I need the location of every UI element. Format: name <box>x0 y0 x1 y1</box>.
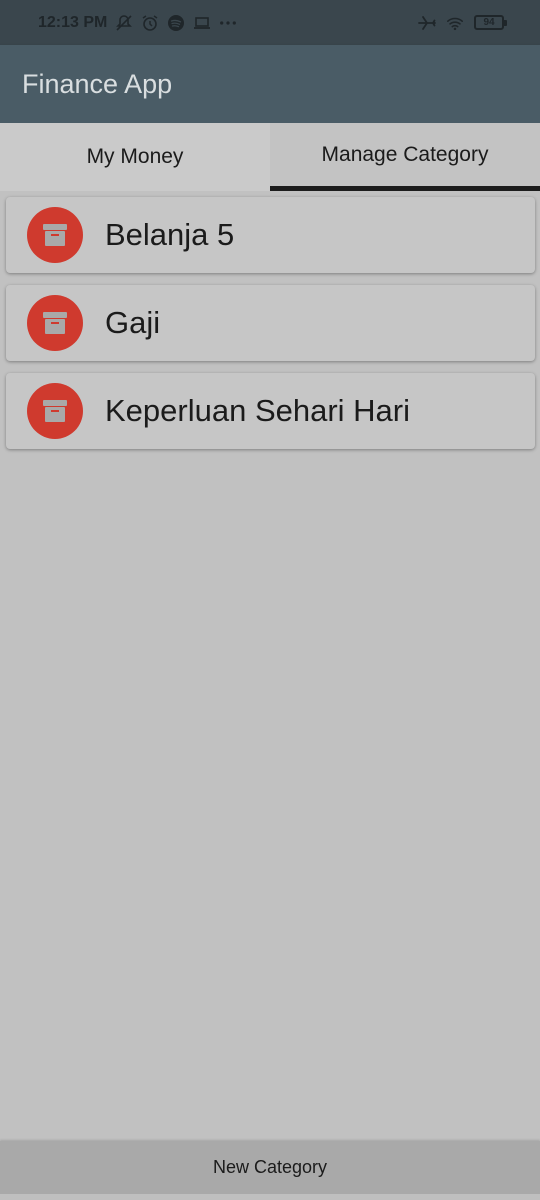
tab-my-money[interactable]: My Money <box>0 123 270 191</box>
more-icon <box>219 14 237 32</box>
app-bar: Finance App <box>0 45 540 123</box>
tab-label: Manage Category <box>321 143 489 166</box>
bottom-strip <box>0 1194 540 1200</box>
new-category-button[interactable]: New Category <box>0 1141 540 1194</box>
category-label: Keperluan Sehari Hari <box>105 393 411 428</box>
notifications-off-icon <box>115 14 133 32</box>
status-time: 12:13 PM <box>38 13 108 31</box>
archive-box-icon <box>27 383 83 439</box>
app-title: Finance App <box>22 68 173 99</box>
tab-bar: My Money Manage Category <box>0 123 540 191</box>
status-bar-right: 94 <box>418 14 507 32</box>
category-item[interactable]: Gaji <box>6 285 535 361</box>
tab-label: My Money <box>86 145 184 168</box>
category-item[interactable]: Keperluan Sehari Hari <box>6 373 535 449</box>
airplane-mode-icon <box>418 14 436 32</box>
battery-indicator: 94 <box>474 15 507 30</box>
archive-box-icon <box>27 207 83 263</box>
status-bar-left: 12:13 PM <box>38 14 418 32</box>
category-item[interactable]: Belanja 5 <box>6 197 535 273</box>
category-list: Belanja 5 Gaji Keperluan Sehari Hari <box>6 197 535 461</box>
laptop-icon <box>193 14 211 32</box>
archive-box-icon <box>27 295 83 351</box>
alarm-icon <box>141 14 159 32</box>
spotify-icon <box>167 14 185 32</box>
tab-manage-category[interactable]: Manage Category <box>270 123 540 191</box>
status-bar: 12:13 PM 94 <box>0 0 540 45</box>
wifi-icon <box>446 14 464 32</box>
category-label: Gaji <box>105 305 161 340</box>
new-category-label: New Category <box>212 1157 328 1177</box>
category-label: Belanja 5 <box>105 217 235 252</box>
battery-level: 94 <box>483 17 495 28</box>
